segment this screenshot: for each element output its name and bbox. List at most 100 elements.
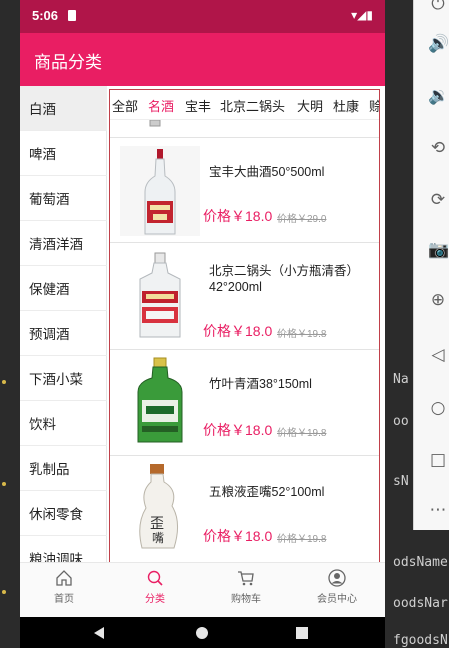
sidebar-item-leisure-snacks[interactable]: 休闲零食 [20, 491, 107, 536]
sidebar-item-drinks[interactable]: 饮料 [20, 401, 107, 446]
tab-dukang[interactable]: 杜康 [333, 96, 359, 115]
sidebar-item-label: 休闲零食 [29, 507, 83, 522]
status-time: 5:06 [32, 8, 59, 23]
list-item[interactable]: 北京二锅头（小方瓶清香）42°200ml 价格￥18.0 价格￥19.8 [110, 243, 379, 350]
volume-up-icon[interactable]: 🔊 [428, 34, 449, 54]
code-line: oo [393, 414, 409, 429]
nav-category[interactable]: 分类 [125, 569, 185, 605]
search-icon [147, 570, 163, 586]
app-bar: 商品分类 [20, 33, 385, 86]
product-original-price: 价格￥29.0 [277, 214, 327, 225]
product-name: 竹叶青酒38°150ml [209, 377, 312, 391]
gutter-marker [2, 380, 6, 384]
zoom-icon[interactable]: ⊕ [428, 290, 448, 310]
sidebar-item-dairy[interactable]: 乳制品 [20, 446, 107, 491]
category-sidebar[interactable]: 白酒 啤酒 葡萄酒 清酒洋酒 保健酒 预调酒 下酒小菜 饮料 乳制品 休闲零食 … [20, 86, 107, 581]
product-original-price: 价格￥19.8 [277, 329, 327, 340]
code-line: Na [393, 372, 409, 387]
nav-cart[interactable]: 购物车 [216, 569, 276, 605]
sidebar-item-snacks-dishes[interactable]: 下酒小菜 [20, 356, 107, 401]
page-title: 商品分类 [34, 53, 102, 72]
sidebar-item-health-wine[interactable]: 保健酒 [20, 266, 107, 311]
home-icon [56, 570, 72, 586]
list-item[interactable]: 竹叶青酒38°150ml 价格￥18.0 价格￥19.8 [110, 350, 379, 456]
cart-icon [238, 571, 254, 586]
sidebar-item-label: 白酒 [29, 102, 56, 117]
tab-erguotou[interactable]: 北京二锅头 [220, 96, 285, 115]
sidebar-item-label: 预调酒 [29, 327, 70, 342]
tab-baofeng[interactable]: 宝丰 [185, 96, 211, 115]
power-icon[interactable]: ⏻ [428, 0, 448, 14]
sidebar-item-wine[interactable]: 葡萄酒 [20, 176, 107, 221]
emulator-toolbar: ⏻ 🔊 🔉 ⟲ ⟳ 📷 ⊕ ◁ ○ □ ⋯ [413, 0, 449, 530]
rotate-right-icon[interactable]: ⟳ [428, 190, 448, 210]
product-name: 宝丰大曲酒50°500ml [209, 165, 325, 179]
nav-home[interactable]: 首页 [34, 569, 94, 605]
sidebar-item-sake-spirits[interactable]: 清酒洋酒 [20, 221, 107, 266]
back-icon[interactable]: ◁ [428, 345, 448, 365]
nav-label: 购物车 [231, 594, 261, 605]
tab-daming[interactable]: 大明 [297, 96, 323, 115]
tab-all[interactable]: 全部 [112, 96, 138, 115]
volume-down-icon[interactable]: 🔉 [428, 86, 449, 106]
sidebar-item-label: 葡萄酒 [29, 192, 70, 207]
camera-icon[interactable]: 📷 [428, 240, 449, 260]
back-icon[interactable] [92, 626, 106, 640]
bottle-image [120, 146, 200, 236]
code-line: sN [393, 474, 409, 489]
sidebar-item-label: 乳制品 [29, 462, 70, 477]
gutter-marker [2, 482, 6, 486]
code-line: oodsNar [393, 596, 448, 611]
home-button-icon[interactable] [195, 626, 209, 640]
sidebar-item-premixed[interactable]: 预调酒 [20, 311, 107, 356]
product-name: 五粮液歪嘴52°100ml [209, 485, 325, 499]
product-price: 价格￥18.0 [203, 323, 273, 339]
rotate-left-icon[interactable]: ⟲ [428, 138, 448, 158]
bottle-image: 歪 嘴 [120, 462, 200, 552]
bottle-image [120, 356, 200, 446]
list-item[interactable]: 宝丰大曲酒50°500ml 价格￥18.0 价格￥29.0 [110, 138, 379, 243]
sd-card-icon [68, 10, 76, 21]
svg-text:歪: 歪 [150, 516, 164, 532]
phone-screen: 5:06 ▾◢▮ 商品分类 白酒 啤酒 葡萄酒 清酒洋酒 保健酒 预调酒 下酒小… [20, 0, 385, 648]
code-line: fgoodsN [393, 633, 448, 648]
tab-she[interactable]: 赊 [369, 96, 379, 115]
product-panel: 全部 名酒 宝丰 北京二锅头 大明 杜康 赊 [109, 89, 380, 567]
sidebar-item-label: 饮料 [29, 417, 56, 432]
nav-label: 分类 [145, 594, 165, 605]
product-original-price: 价格￥19.8 [277, 428, 327, 439]
recents-icon[interactable] [295, 626, 309, 640]
product-name: 北京二锅头（小方瓶清香）42°200ml [209, 264, 360, 294]
more-icon[interactable]: ⋯ [428, 500, 448, 520]
user-icon [328, 569, 346, 587]
code-line: odsName [393, 555, 448, 570]
sidebar-item-label: 清酒洋酒 [29, 237, 83, 252]
sidebar-item-label: 保健酒 [29, 282, 70, 297]
sidebar-item-label: 下酒小菜 [29, 372, 83, 387]
home-circle-icon[interactable]: ○ [428, 398, 448, 418]
signal-battery-icons: ▾◢▮ [351, 8, 373, 22]
status-bar: 5:06 ▾◢▮ [20, 0, 385, 33]
product-price: 价格￥18.0 [203, 208, 273, 224]
product-price: 价格￥18.0 [203, 422, 273, 438]
overview-icon[interactable]: □ [428, 450, 448, 470]
sidebar-item-baijiu[interactable]: 白酒 [20, 86, 107, 131]
tab-famous[interactable]: 名酒 [148, 96, 174, 115]
product-original-price: 价格￥19.8 [277, 534, 327, 545]
bottom-nav: 首页 分类 购物车 会员中心 [20, 562, 385, 617]
gutter-marker [2, 590, 6, 594]
desktop-stage: Na oo sN odsName oodsNar fgoodsN ⏻ 🔊 🔉 ⟲… [0, 0, 449, 648]
nav-member[interactable]: 会员中心 [307, 569, 367, 605]
sidebar-item-beer[interactable]: 啤酒 [20, 131, 107, 176]
sidebar-item-label: 啤酒 [29, 147, 56, 162]
list-item[interactable] [110, 120, 379, 138]
nav-label: 会员中心 [317, 594, 357, 605]
nav-label: 首页 [54, 594, 74, 605]
system-nav-bar [20, 617, 385, 648]
ide-gutter [0, 0, 20, 648]
product-price: 价格￥18.0 [203, 528, 273, 544]
brand-tabs: 全部 名酒 宝丰 北京二锅头 大明 杜康 赊 [110, 90, 379, 120]
svg-text:嘴: 嘴 [152, 531, 164, 545]
list-item[interactable]: 歪 嘴 五粮液歪嘴52°100ml 价格￥18.0 价格￥19.8 [110, 456, 379, 564]
bottle-image [120, 251, 200, 341]
